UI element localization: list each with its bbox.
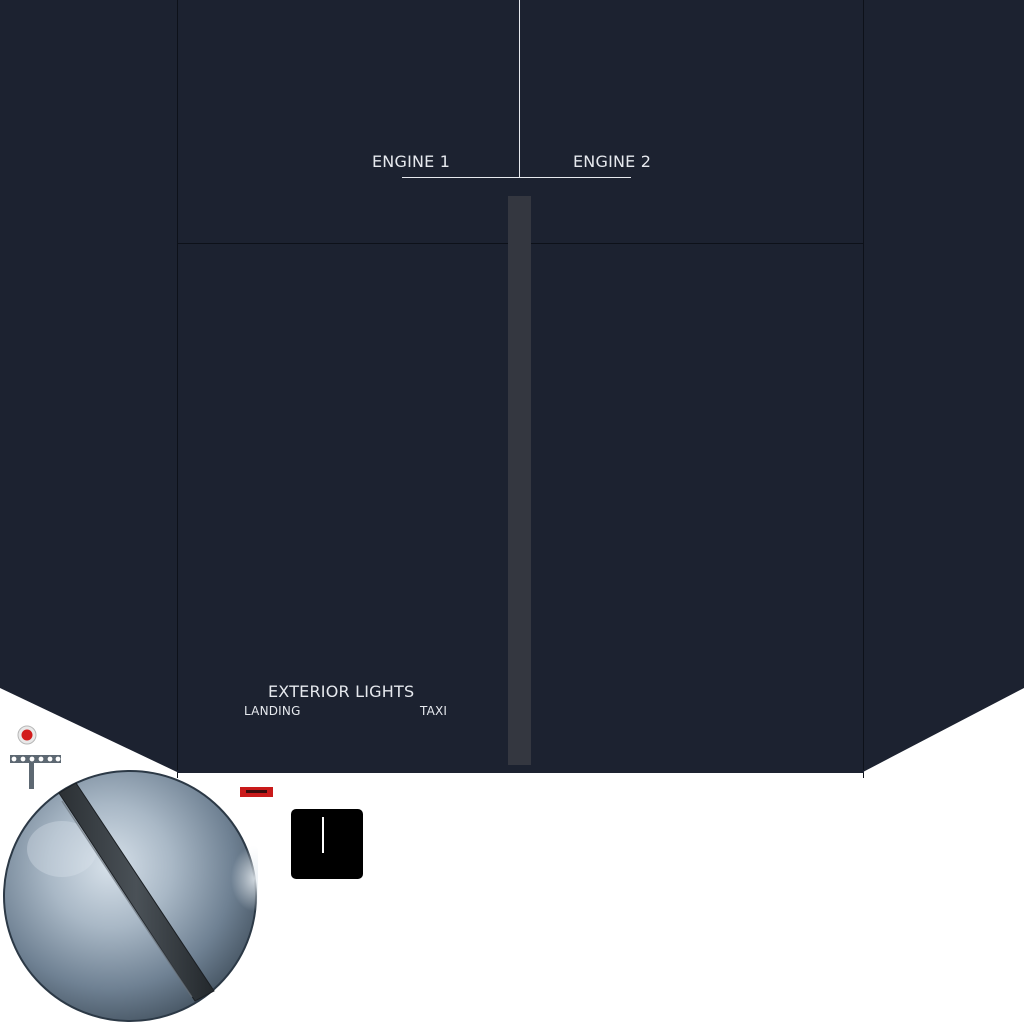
landing-label: LANDING	[244, 704, 301, 718]
engine-divider-horizontal	[402, 177, 631, 178]
taxi-label: TAXI	[420, 704, 448, 718]
engine-divider-vertical	[519, 0, 520, 178]
cockpit-panel-view: ENGINE 1 ENGINE 2 EXTERIOR LIGHTS LANDIN…	[0, 0, 1024, 1024]
indicator-light-bar	[10, 755, 61, 763]
engine-1-label: ENGINE 1	[372, 152, 451, 171]
toggle-switch-lever[interactable]	[322, 817, 324, 853]
toggle-switch-icon[interactable]	[291, 809, 363, 879]
panel-bottom-seam	[177, 770, 864, 773]
exterior-lights-title: EXTERIOR LIGHTS	[268, 682, 415, 701]
center-slider-track[interactable]	[508, 196, 531, 765]
rotary-knob-icon[interactable]	[2, 769, 258, 1023]
indicator-light-lamp	[21, 729, 33, 741]
engine-2-label: ENGINE 2	[573, 152, 652, 171]
